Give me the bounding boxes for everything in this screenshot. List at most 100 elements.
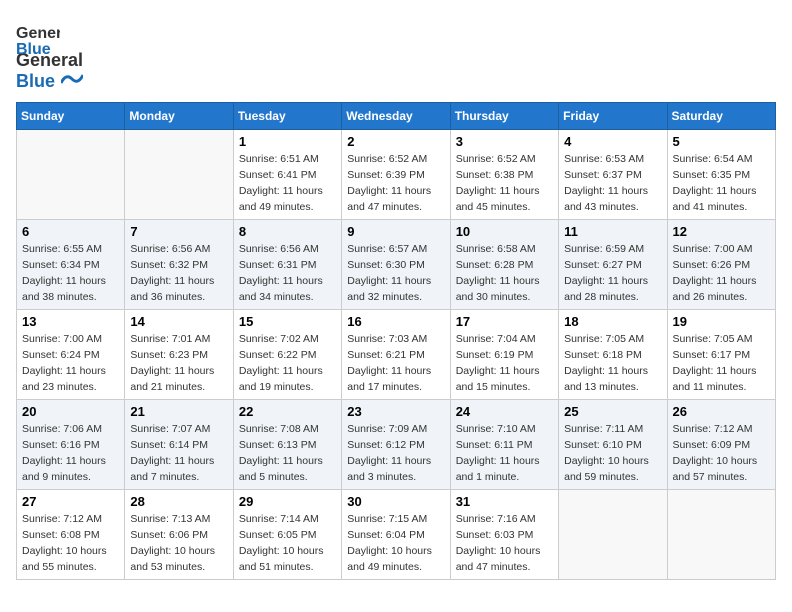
calendar-cell: 2 Sunrise: 6:52 AMSunset: 6:39 PMDaylight… <box>342 130 450 220</box>
day-info: Sunrise: 7:13 AMSunset: 6:06 PMDaylight:… <box>130 512 227 575</box>
day-info: Sunrise: 7:05 AMSunset: 6:18 PMDaylight:… <box>564 332 661 395</box>
logo-icon: General Blue <box>16 16 60 60</box>
day-number: 10 <box>456 224 553 239</box>
day-number: 2 <box>347 134 444 149</box>
day-info: Sunrise: 7:04 AMSunset: 6:19 PMDaylight:… <box>456 332 553 395</box>
day-number: 11 <box>564 224 661 239</box>
svg-text:General: General <box>16 25 60 42</box>
day-info: Sunrise: 7:09 AMSunset: 6:12 PMDaylight:… <box>347 422 444 485</box>
day-number: 29 <box>239 494 336 509</box>
day-number: 18 <box>564 314 661 329</box>
day-number: 4 <box>564 134 661 149</box>
weekday-saturday: Saturday <box>667 103 775 130</box>
day-info: Sunrise: 6:56 AMSunset: 6:31 PMDaylight:… <box>239 242 336 305</box>
calendar-cell: 23 Sunrise: 7:09 AMSunset: 6:12 PMDayligh… <box>342 400 450 490</box>
page-header: General Blue General Blue <box>16 16 776 92</box>
day-info: Sunrise: 7:07 AMSunset: 6:14 PMDaylight:… <box>130 422 227 485</box>
day-info: Sunrise: 7:14 AMSunset: 6:05 PMDaylight:… <box>239 512 336 575</box>
day-number: 23 <box>347 404 444 419</box>
calendar-cell: 25 Sunrise: 7:11 AMSunset: 6:10 PMDayligh… <box>559 400 667 490</box>
day-info: Sunrise: 7:08 AMSunset: 6:13 PMDaylight:… <box>239 422 336 485</box>
day-number: 25 <box>564 404 661 419</box>
day-number: 8 <box>239 224 336 239</box>
calendar-cell: 3Sunrise: 6:52 AMSunset: 6:38 PMDaylight… <box>450 130 558 220</box>
day-number: 3 <box>456 134 553 149</box>
calendar-week-row: 1 Sunrise: 6:51 AMSunset: 6:41 PMDaylight… <box>17 130 776 220</box>
day-info: Sunrise: 7:16 AMSunset: 6:03 PMDaylight:… <box>456 512 553 575</box>
day-number: 27 <box>22 494 119 509</box>
day-info: Sunrise: 7:10 AMSunset: 6:11 PMDaylight:… <box>456 422 553 485</box>
day-number: 28 <box>130 494 227 509</box>
day-number: 22 <box>239 404 336 419</box>
day-info: Sunrise: 7:12 AMSunset: 6:09 PMDaylight:… <box>673 422 770 485</box>
day-number: 7 <box>130 224 227 239</box>
day-info: Sunrise: 7:00 AMSunset: 6:26 PMDaylight:… <box>673 242 770 305</box>
day-number: 16 <box>347 314 444 329</box>
day-info: Sunrise: 7:15 AMSunset: 6:04 PMDaylight:… <box>347 512 444 575</box>
calendar-cell: 22 Sunrise: 7:08 AMSunset: 6:13 PMDayligh… <box>233 400 341 490</box>
calendar-cell: 18 Sunrise: 7:05 AMSunset: 6:18 PMDayligh… <box>559 310 667 400</box>
day-number: 31 <box>456 494 553 509</box>
logo: General Blue General Blue <box>16 16 83 92</box>
calendar-cell: 27 Sunrise: 7:12 AMSunset: 6:08 PMDayligh… <box>17 490 125 580</box>
day-number: 15 <box>239 314 336 329</box>
calendar-cell: 21Sunrise: 7:07 AMSunset: 6:14 PMDayligh… <box>125 400 233 490</box>
weekday-tuesday: Tuesday <box>233 103 341 130</box>
day-number: 17 <box>456 314 553 329</box>
calendar-week-row: 20Sunrise: 7:06 AMSunset: 6:16 PMDayligh… <box>17 400 776 490</box>
weekday-thursday: Thursday <box>450 103 558 130</box>
day-info: Sunrise: 6:59 AMSunset: 6:27 PMDaylight:… <box>564 242 661 305</box>
calendar-cell: 11 Sunrise: 6:59 AMSunset: 6:27 PMDayligh… <box>559 220 667 310</box>
weekday-friday: Friday <box>559 103 667 130</box>
day-number: 19 <box>673 314 770 329</box>
calendar-week-row: 13 Sunrise: 7:00 AMSunset: 6:24 PMDayligh… <box>17 310 776 400</box>
day-number: 26 <box>673 404 770 419</box>
calendar-cell: 30 Sunrise: 7:15 AMSunset: 6:04 PMDayligh… <box>342 490 450 580</box>
calendar-week-row: 27 Sunrise: 7:12 AMSunset: 6:08 PMDayligh… <box>17 490 776 580</box>
day-info: Sunrise: 6:51 AMSunset: 6:41 PMDaylight:… <box>239 152 336 215</box>
calendar-table: SundayMondayTuesdayWednesdayThursdayFrid… <box>16 102 776 580</box>
day-info: Sunrise: 6:57 AMSunset: 6:30 PMDaylight:… <box>347 242 444 305</box>
day-info: Sunrise: 7:00 AMSunset: 6:24 PMDaylight:… <box>22 332 119 395</box>
day-number: 24 <box>456 404 553 419</box>
calendar-cell: 5 Sunrise: 6:54 AMSunset: 6:35 PMDaylight… <box>667 130 775 220</box>
calendar-cell: 28 Sunrise: 7:13 AMSunset: 6:06 PMDayligh… <box>125 490 233 580</box>
day-info: Sunrise: 7:05 AMSunset: 6:17 PMDaylight:… <box>673 332 770 395</box>
day-info: Sunrise: 6:54 AMSunset: 6:35 PMDaylight:… <box>673 152 770 215</box>
day-info: Sunrise: 6:55 AMSunset: 6:34 PMDaylight:… <box>22 242 119 305</box>
day-info: Sunrise: 7:02 AMSunset: 6:22 PMDaylight:… <box>239 332 336 395</box>
day-info: Sunrise: 7:12 AMSunset: 6:08 PMDaylight:… <box>22 512 119 575</box>
calendar-cell: 14 Sunrise: 7:01 AMSunset: 6:23 PMDayligh… <box>125 310 233 400</box>
calendar-cell <box>125 130 233 220</box>
calendar-cell: 29 Sunrise: 7:14 AMSunset: 6:05 PMDayligh… <box>233 490 341 580</box>
calendar-cell <box>17 130 125 220</box>
calendar-cell: 19 Sunrise: 7:05 AMSunset: 6:17 PMDayligh… <box>667 310 775 400</box>
day-info: Sunrise: 7:01 AMSunset: 6:23 PMDaylight:… <box>130 332 227 395</box>
calendar-cell <box>667 490 775 580</box>
calendar-cell: 20Sunrise: 7:06 AMSunset: 6:16 PMDayligh… <box>17 400 125 490</box>
calendar-cell: 9 Sunrise: 6:57 AMSunset: 6:30 PMDaylight… <box>342 220 450 310</box>
calendar-cell <box>559 490 667 580</box>
day-number: 20 <box>22 404 119 419</box>
calendar-cell: 16Sunrise: 7:03 AMSunset: 6:21 PMDayligh… <box>342 310 450 400</box>
day-number: 1 <box>239 134 336 149</box>
calendar-cell: 31 Sunrise: 7:16 AMSunset: 6:03 PMDayligh… <box>450 490 558 580</box>
day-number: 6 <box>22 224 119 239</box>
svg-text:Blue: Blue <box>16 41 51 58</box>
day-number: 30 <box>347 494 444 509</box>
day-info: Sunrise: 6:58 AMSunset: 6:28 PMDaylight:… <box>456 242 553 305</box>
day-info: Sunrise: 6:52 AMSunset: 6:39 PMDaylight:… <box>347 152 444 215</box>
day-number: 14 <box>130 314 227 329</box>
day-info: Sunrise: 6:56 AMSunset: 6:32 PMDaylight:… <box>130 242 227 305</box>
day-info: Sunrise: 6:53 AMSunset: 6:37 PMDaylight:… <box>564 152 661 215</box>
weekday-header-row: SundayMondayTuesdayWednesdayThursdayFrid… <box>17 103 776 130</box>
logo-blue: Blue <box>16 71 55 91</box>
day-number: 13 <box>22 314 119 329</box>
calendar-week-row: 6 Sunrise: 6:55 AMSunset: 6:34 PMDaylight… <box>17 220 776 310</box>
calendar-cell: 12Sunrise: 7:00 AMSunset: 6:26 PMDayligh… <box>667 220 775 310</box>
calendar-cell: 4 Sunrise: 6:53 AMSunset: 6:37 PMDaylight… <box>559 130 667 220</box>
day-info: Sunrise: 7:11 AMSunset: 6:10 PMDaylight:… <box>564 422 661 485</box>
calendar-cell: 24 Sunrise: 7:10 AMSunset: 6:11 PMDayligh… <box>450 400 558 490</box>
day-number: 9 <box>347 224 444 239</box>
day-number: 5 <box>673 134 770 149</box>
